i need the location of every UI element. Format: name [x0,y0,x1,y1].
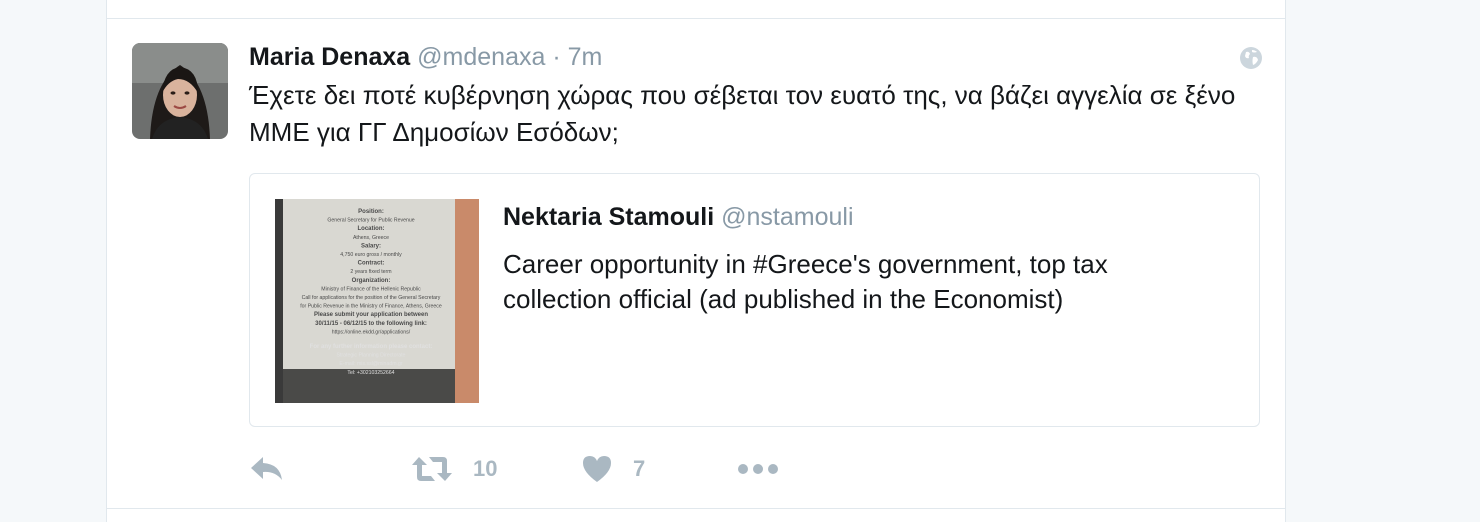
author-username[interactable]: @mdenaxa [417,43,545,71]
ad-text-line: for Public Revenue in the Ministry of Fi… [300,304,442,310]
ad-text-line: 2 years fixed term [350,269,391,275]
ad-text-line: Location: [358,226,385,232]
like-button[interactable]: 7 [581,451,645,487]
ad-text-line: Call for applications for the position o… [302,295,441,301]
more-icon[interactable] [737,463,779,475]
like-count: 7 [633,456,646,481]
quoted-author-username[interactable]: @nstamouli [721,203,853,231]
tweet-actions: 10 7 [249,451,949,487]
heart-icon[interactable] [581,454,613,484]
retweet-icon[interactable] [411,455,453,483]
timestamp[interactable]: 7m [568,43,603,71]
separator: · [552,43,561,71]
ad-text-line: For any further information please conta… [310,344,433,350]
ad-text-line: 30/11/15 - 06/12/15 to the following lin… [315,321,427,327]
reply-icon[interactable] [249,455,285,483]
retweet-button[interactable]: 10 [411,451,497,487]
globe-icon [1239,46,1263,70]
ad-text-line: Contract: [358,261,385,267]
ad-text-line: E-mail: mis.ssl@minadm.gr [339,361,402,367]
tweet-text: Έχετε δει ποτέ κυβέρνηση χώρας που σέβετ… [249,80,1236,147]
retweet-count: 10 [473,456,498,481]
timeline-stream: Maria Denaxa @mdenaxa · 7m Έχετε δει ποτ… [106,0,1286,522]
more-button[interactable] [737,451,779,487]
ad-text-line: 4,750 euro gross / monthly [340,252,402,258]
quoted-tweet-header: Nektaria Stamouli @nstamouli [503,201,854,233]
reply-button[interactable] [249,451,285,487]
ad-text-line: General Secretary for Public Revenue [327,218,414,224]
tweet-header: Maria Denaxa @mdenaxa · 7m [249,41,602,73]
avatar[interactable] [132,43,228,139]
ad-text-line: Position: [358,209,384,215]
ad-text-line: Athens, Greece [353,235,389,241]
author-fullname[interactable]: Maria Denaxa [249,43,410,71]
ad-text-line: Tel: +302103252664 [347,370,394,376]
ad-text-line: Strategic Planning Directorate [337,353,406,359]
quoted-author-fullname[interactable]: Nektaria Stamouli [503,203,714,231]
ad-text-line: Salary: [361,243,381,249]
ad-text-line: https://online.ekdd.gr/applications/ [332,329,411,335]
ad-text-line: Ministry of Finance of the Hellenic Repu… [321,286,421,292]
quoted-tweet[interactable]: Position: General Secretary for Public Re… [249,173,1260,427]
quoted-tweet-image[interactable]: Position: General Secretary for Public Re… [275,199,479,403]
ad-text-line: Please submit your application between [314,312,428,318]
tweet[interactable]: Maria Denaxa @mdenaxa · 7m Έχετε δει ποτ… [107,19,1285,508]
quoted-tweet-text: Career opportunity in #Greece's governme… [503,249,1108,314]
ad-text-line: Organization: [352,278,391,284]
divider [107,508,1285,509]
